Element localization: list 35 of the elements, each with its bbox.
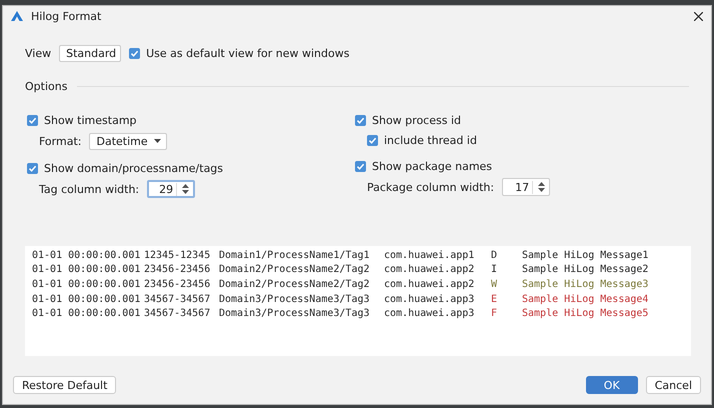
window-title: Hilog Format — [31, 10, 102, 22]
checkbox-label: Use as default view for new windows — [146, 46, 350, 60]
number-spinner[interactable]: 17 — [502, 178, 550, 196]
app-logo-icon — [11, 11, 23, 21]
ok-button[interactable]: OK — [586, 376, 638, 394]
stepper-arrows-icon[interactable] — [182, 184, 190, 194]
checkbox-label: Show package names — [372, 160, 492, 172]
width-label: Package column width: — [367, 180, 494, 194]
close-icon[interactable] — [694, 12, 703, 20]
caret-icon — [154, 139, 161, 143]
checkbox-label: Show process id — [372, 114, 461, 126]
dialog-button[interactable]: Restore Default — [13, 376, 116, 394]
checkbox[interactable] — [355, 114, 366, 126]
section-title: Options — [25, 80, 68, 92]
stepper-arrows-icon[interactable] — [538, 182, 546, 192]
log-line: 01-01 00:00:00.001 34567-34567 Domain3/ProcessName3/Tag3 com.huawei.app3 F Sample HiLog Message5 — [31, 307, 650, 321]
checkbox-label: Show timestamp — [44, 114, 137, 126]
checkbox[interactable] — [27, 114, 38, 126]
view-label: View — [25, 46, 52, 60]
log-line: 01-01 00:00:00.001 12345-12345 Domain1/ProcessName1/Tag1 com.huawei.app1 D Sample HiLog Message1 — [31, 248, 650, 263]
log-line: 01-01 00:00:00.001 23456-23456 Domain2/ProcessName2/Tag2 com.huawei.app2 I Sample HiLog Message2 — [31, 263, 650, 278]
checkbox-label: Show domain/processname/tags — [44, 162, 224, 174]
format-label: Format: — [39, 134, 82, 148]
number-spinner[interactable]: 29 — [147, 180, 196, 198]
log-line: 01-01 00:00:00.001 34567-34567 Domain3/ProcessName3/Tag3 com.huawei.app3 E Sample HiLog Message4 — [31, 292, 650, 306]
checkbox[interactable] — [355, 160, 366, 172]
checkbox-label: include thread id — [384, 134, 477, 146]
checkbox[interactable] — [129, 48, 140, 58]
format-dropdown[interactable]: Datetime — [89, 132, 167, 150]
view-dropdown[interactable]: Standard — [59, 44, 122, 62]
dialog-button[interactable]: Cancel — [646, 376, 701, 394]
log-line: 01-01 00:00:00.001 23456-23456 Domain2/ProcessName2/Tag2 com.huawei.app2 W Sample HiLog Message3 — [31, 278, 650, 292]
width-label: Tag column width: — [39, 182, 140, 196]
checkbox[interactable] — [367, 134, 378, 146]
checkbox[interactable] — [27, 162, 38, 174]
